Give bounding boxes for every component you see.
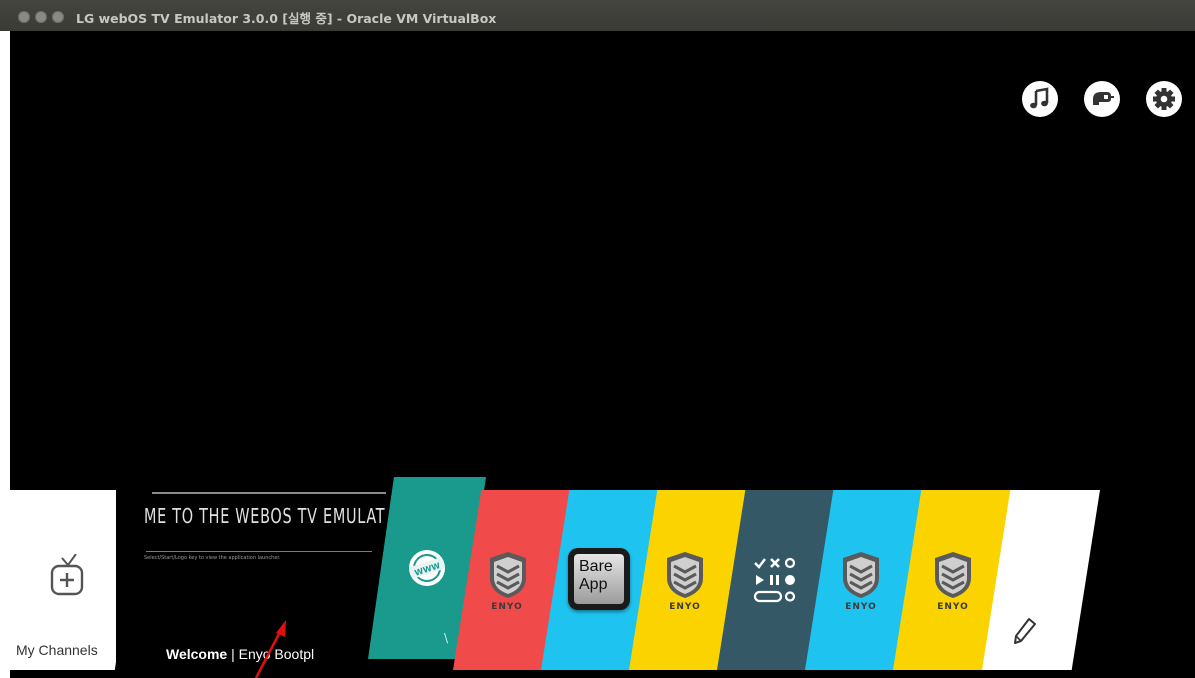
pencil-icon xyxy=(1014,618,1036,644)
media-controls-icon xyxy=(753,557,796,603)
welcome-app-title: Welcome | Enyo Bootpl xyxy=(166,646,314,662)
emulator-screen[interactable]: My Channels ME TO THE WEBOS TV EMULATO S… xyxy=(10,31,1195,678)
window-title: LG webOS TV Emulator 3.0.0 [실행 중] - Orac… xyxy=(76,11,497,26)
maximize-icon[interactable] xyxy=(52,11,64,23)
divider xyxy=(146,551,372,552)
enyo-label: ENYO xyxy=(845,602,877,612)
enyo-logo-icon xyxy=(667,552,703,598)
welcome-instruction-text: Select/Start/Logo key to view the applic… xyxy=(144,555,281,561)
enyo-logo-icon xyxy=(490,552,526,598)
enyo-logo-icon xyxy=(843,552,879,598)
web-browser-icon: WWW xyxy=(408,550,446,586)
bare-app-icon[interactable]: Bare App xyxy=(568,548,630,610)
my-channels-label: My Channels xyxy=(16,642,98,658)
welcome-bold-label: Welcome xyxy=(166,646,228,662)
enyo-logo-icon xyxy=(935,552,971,598)
welcome-app-preview[interactable]: ME TO THE WEBOS TV EMULATO Select/Start/… xyxy=(116,490,386,670)
minimize-icon[interactable] xyxy=(35,11,47,23)
bare-app-label-line2: App xyxy=(579,576,608,593)
welcome-heading: ME TO THE WEBOS TV EMULATO xyxy=(144,504,386,528)
welcome-subtitle: | Enyo Bootpl xyxy=(227,646,315,662)
close-icon[interactable] xyxy=(18,11,30,23)
app-launcher-bar: My Channels ME TO THE WEBOS TV EMULATO S… xyxy=(10,31,1195,678)
enyo-label: ENYO xyxy=(669,602,701,612)
enyo-label: ENYO xyxy=(491,602,523,612)
divider xyxy=(152,492,386,494)
bare-app-icon-face: Bare App xyxy=(574,554,624,604)
bare-app-label-line1: Bare xyxy=(579,558,613,575)
enyo-label: ENYO xyxy=(937,602,969,612)
tile-mark: \ xyxy=(444,631,449,645)
window-titlebar[interactable]: LG webOS TV Emulator 3.0.0 [실행 중] - Orac… xyxy=(0,0,1195,31)
